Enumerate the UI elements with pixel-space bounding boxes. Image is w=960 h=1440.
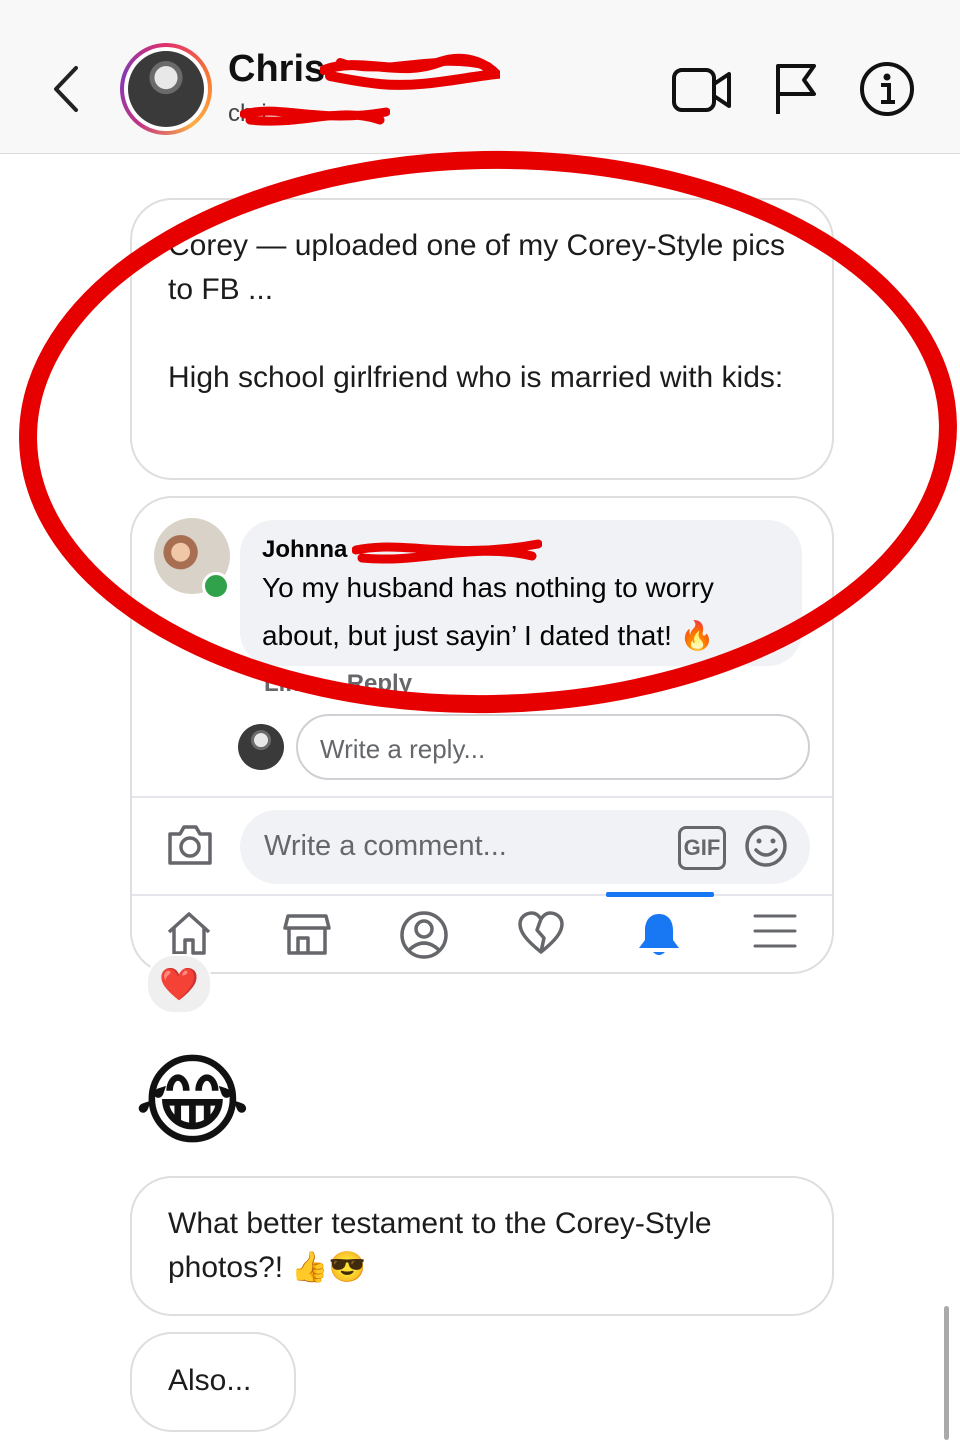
redaction-scribble — [240, 106, 390, 126]
message-text: Also... — [168, 1364, 252, 1397]
flag-icon[interactable] — [772, 62, 820, 116]
back-chevron-icon[interactable] — [48, 64, 84, 114]
home-icon[interactable] — [164, 910, 214, 956]
message-text: Corey — uploaded one of my Corey-Style p… — [168, 229, 785, 394]
message-bubble[interactable]: Corey — uploaded one of my Corey-Style p… — [130, 198, 834, 480]
message-bubble[interactable]: Also... — [130, 1332, 296, 1432]
comment-actions: Like Reply — [264, 670, 440, 698]
divider — [132, 894, 832, 896]
online-status-dot — [202, 572, 230, 600]
notifications-bell-icon[interactable] — [636, 910, 682, 958]
comment-author: Johnna — [262, 536, 348, 563]
profile-icon[interactable] — [398, 910, 450, 960]
comment-placeholder: Write a comment... — [264, 830, 507, 862]
reply-placeholder: Write a reply... — [320, 734, 486, 764]
like-link[interactable]: Like — [264, 670, 312, 697]
camera-icon[interactable] — [166, 824, 214, 866]
chat-header: Chris chri — [0, 0, 960, 154]
active-tab-indicator — [606, 892, 714, 897]
contact-avatar[interactable] — [120, 43, 212, 135]
emoji-message[interactable]: 😂 — [134, 1046, 251, 1156]
gif-button[interactable]: GIF — [678, 826, 726, 870]
reply-input[interactable]: Write a reply... — [296, 714, 810, 780]
emoji-icon[interactable] — [744, 824, 788, 868]
menu-icon[interactable] — [752, 910, 798, 952]
reply-link[interactable]: Reply — [347, 670, 412, 697]
comment-input[interactable]: Write a comment... GIF — [240, 810, 810, 884]
dating-heart-icon[interactable] — [516, 910, 566, 956]
contact-name[interactable]: Chris — [228, 48, 325, 91]
scrollbar[interactable] — [944, 1306, 949, 1440]
heart-reaction[interactable]: ❤️ — [146, 954, 212, 1014]
redaction-scribble — [320, 53, 500, 90]
marketplace-icon[interactable] — [282, 910, 332, 956]
user-avatar — [238, 724, 284, 770]
message-bubble[interactable]: What better testament to the Corey-Style… — [130, 1176, 834, 1316]
video-call-icon[interactable] — [672, 66, 732, 114]
message-text: What better testament to the Corey-Style… — [168, 1207, 712, 1284]
shared-screenshot[interactable]: Johnna Yo my husband has nothing to worr… — [130, 496, 834, 974]
redaction-scribble — [352, 539, 542, 564]
comment-text: Yo my husband has nothing to worry about… — [262, 572, 715, 651]
divider — [132, 796, 832, 798]
info-icon[interactable] — [858, 60, 916, 118]
